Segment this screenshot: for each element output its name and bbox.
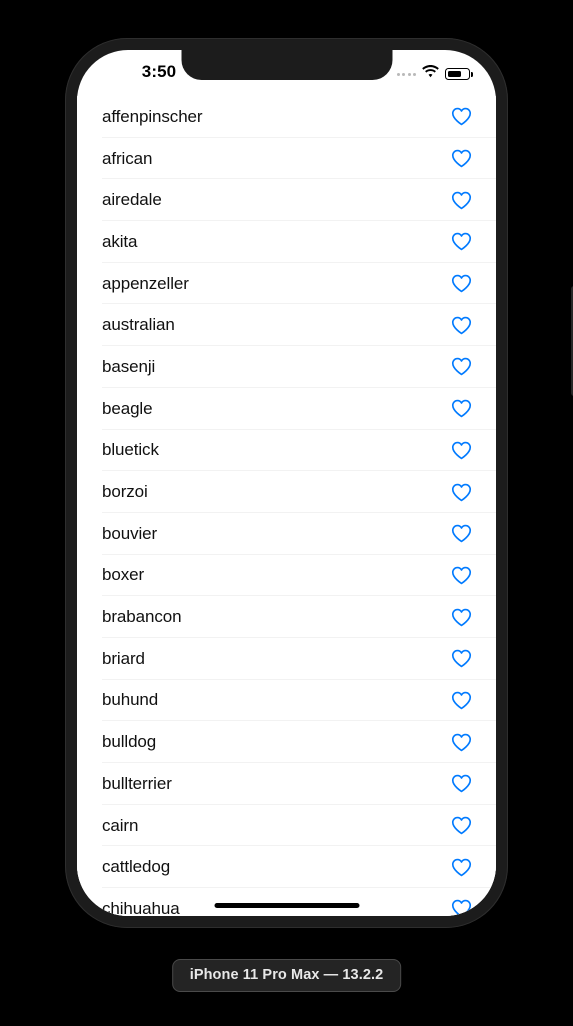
breed-list[interactable]: affenpinscher african airedale akita appenze… <box>77 96 496 916</box>
breed-name: african <box>102 148 153 168</box>
list-item[interactable]: buhund <box>77 679 496 722</box>
heart-outline-icon[interactable] <box>450 273 472 295</box>
list-item[interactable]: bulldog <box>77 721 496 763</box>
list-item[interactable]: australian <box>77 304 496 347</box>
list-item[interactable]: cairn <box>77 804 496 847</box>
heart-outline-icon[interactable] <box>450 898 472 916</box>
list-item[interactable]: briard <box>77 637 496 680</box>
heart-outline-icon[interactable] <box>450 481 472 503</box>
heart-outline-icon[interactable] <box>450 815 472 837</box>
breed-name: beagle <box>102 398 153 418</box>
breed-name: chihuahua <box>102 898 180 916</box>
heart-outline-icon[interactable] <box>450 731 472 753</box>
breed-name: bouvier <box>102 523 158 543</box>
list-item[interactable]: bullterrier <box>77 763 496 805</box>
heart-outline-icon[interactable] <box>450 648 472 670</box>
breed-name: airedale <box>102 190 162 210</box>
breed-name: cairn <box>102 815 139 835</box>
device-caption-badge: iPhone 11 Pro Max — 13.2.2 <box>171 959 402 992</box>
heart-outline-icon[interactable] <box>450 523 472 545</box>
breed-name: akita <box>102 231 138 251</box>
breed-name: basenji <box>102 356 156 376</box>
heart-outline-icon[interactable] <box>450 148 472 170</box>
list-item[interactable]: beagle <box>77 387 496 430</box>
list-item[interactable]: bluetick <box>77 429 496 472</box>
breed-name: brabancon <box>102 607 182 627</box>
heart-outline-icon[interactable] <box>450 773 472 795</box>
breed-name: briard <box>102 648 145 668</box>
heart-outline-icon[interactable] <box>450 231 472 253</box>
breed-name: boxer <box>102 565 145 585</box>
list-item[interactable]: bouvier <box>77 512 496 555</box>
list-item[interactable]: boxer <box>77 554 496 597</box>
breed-name: borzoi <box>102 482 148 502</box>
list-item[interactable]: borzoi <box>77 471 496 513</box>
list-item[interactable]: african <box>77 137 496 180</box>
breed-name: cattledog <box>102 857 171 877</box>
simulator-window: 3:50 affenpinscher african airedale akita <box>0 0 573 1026</box>
breed-name: bluetick <box>102 440 159 460</box>
list-item[interactable]: akita <box>77 221 496 263</box>
breed-name: buhund <box>102 690 159 710</box>
device-screen: 3:50 affenpinscher african airedale akita <box>77 50 496 916</box>
list-item[interactable]: cattledog <box>77 846 496 889</box>
heart-outline-icon[interactable] <box>450 439 472 461</box>
heart-outline-icon[interactable] <box>450 689 472 711</box>
breed-name: bulldog <box>102 732 157 752</box>
battery-icon <box>445 68 473 80</box>
heart-outline-icon[interactable] <box>450 564 472 586</box>
breed-name: affenpinscher <box>102 106 203 126</box>
breed-name: australian <box>102 315 175 335</box>
list-item[interactable]: brabancon <box>77 596 496 638</box>
wifi-icon <box>422 65 439 83</box>
heart-outline-icon[interactable] <box>450 314 472 336</box>
list-item[interactable]: appenzeller <box>77 262 496 305</box>
heart-outline-icon[interactable] <box>450 106 472 128</box>
breed-name: appenzeller <box>102 273 189 293</box>
heart-outline-icon[interactable] <box>450 606 472 628</box>
breed-name: bullterrier <box>102 773 172 793</box>
heart-outline-icon[interactable] <box>450 398 472 420</box>
heart-outline-icon[interactable] <box>450 189 472 211</box>
status-bar-indicators <box>396 65 473 83</box>
display-notch <box>181 50 392 80</box>
signal-dots-icon <box>396 72 416 76</box>
list-item[interactable]: basenji <box>77 346 496 388</box>
heart-outline-icon[interactable] <box>450 856 472 878</box>
heart-outline-icon[interactable] <box>450 356 472 378</box>
home-indicator[interactable] <box>214 903 359 908</box>
list-item[interactable]: airedale <box>77 179 496 222</box>
list-item[interactable]: affenpinscher <box>77 96 496 138</box>
